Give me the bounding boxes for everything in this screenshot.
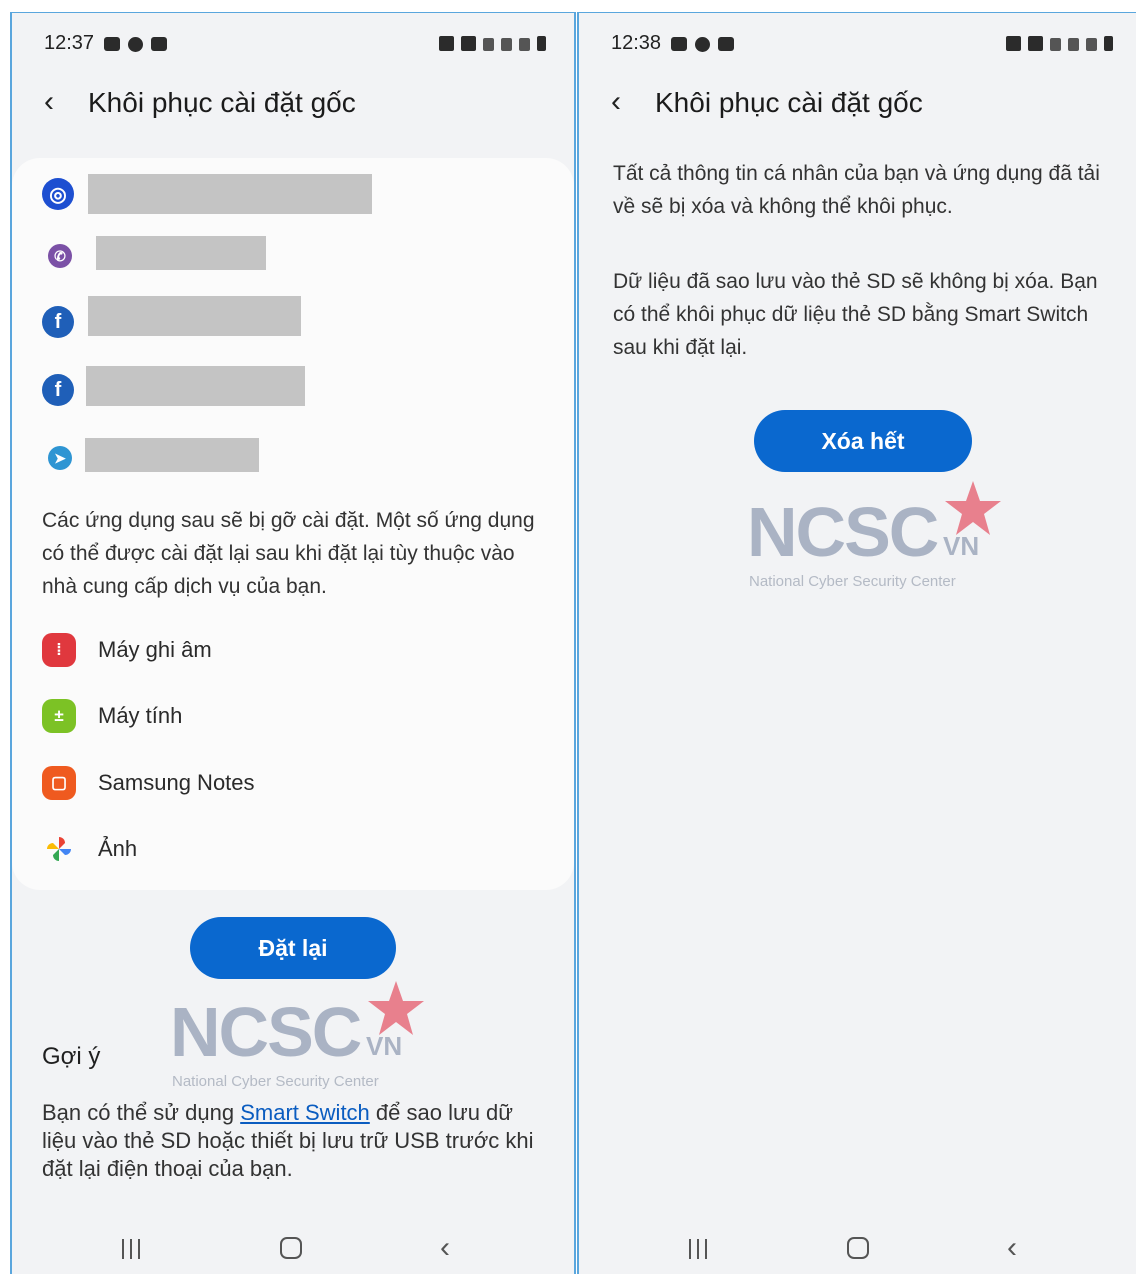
app-bar: ‹ Khôi phục cài đặt gốc — [579, 85, 1136, 125]
samsung-notes-icon: ▢ — [42, 766, 76, 800]
status-bar: 12:38 — [579, 31, 1136, 61]
app-item-photos: Ảnh — [42, 829, 137, 869]
account-row: ➤ — [12, 436, 574, 480]
sd-card-note-text: Dữ liệu đã sao lưu vào thẻ SD sẽ không b… — [613, 270, 1098, 359]
wifi-icon — [483, 38, 494, 51]
watermark-subtitle: National Cyber Security Center — [749, 573, 956, 590]
app-label: Ảnh — [98, 836, 138, 861]
gallery-notification-icon — [718, 37, 734, 51]
star-icon — [368, 981, 424, 1035]
navigation-bar: ‹ — [12, 1231, 574, 1273]
system-status-icons — [439, 36, 546, 51]
alarm-icon — [1006, 36, 1021, 51]
watermark-logo: NCSC — [747, 493, 939, 571]
smart-switch-link[interactable]: Smart Switch — [240, 1100, 370, 1125]
uninstall-note: Các ứng dụng sau sẽ bị gỡ cài đặt. Một s… — [42, 509, 535, 598]
watermark-suffix: VN — [366, 1031, 403, 1061]
status-time: 12:38 — [611, 32, 662, 54]
status-time: 12:37 — [44, 32, 95, 54]
watermark-logo: NCSC — [170, 993, 362, 1071]
message-icon — [671, 37, 687, 51]
message-icon — [104, 37, 120, 51]
ncsc-watermark: NCSC VN National Cyber Security Center — [170, 981, 430, 1107]
star-icon — [945, 481, 1001, 535]
account-row: ◎ — [12, 172, 574, 216]
redacted-account-name — [88, 174, 372, 214]
battery-icon — [537, 36, 546, 51]
watermark-subtitle: National Cyber Security Center — [172, 1073, 379, 1090]
photos-icon — [42, 832, 76, 866]
calculator-icon: ± — [42, 699, 76, 733]
account-row: f — [12, 364, 574, 408]
notification-icons — [671, 37, 734, 52]
back-nav-icon[interactable]: ‹ — [1007, 1231, 1017, 1265]
recent-apps-icon[interactable] — [689, 1239, 707, 1259]
app-item-calculator: ± Máy tính — [42, 696, 182, 736]
home-icon[interactable] — [280, 1237, 302, 1259]
signal-icon — [1086, 38, 1097, 51]
viber-icon: ✆ — [48, 244, 72, 268]
watermark-suffix: VN — [943, 531, 980, 561]
gallery-notification-icon — [151, 37, 167, 51]
erase-warning-text: Tất cả thông tin cá nhân của bạn và ứng … — [613, 162, 1100, 218]
page-title: Khôi phục cài đặt gốc — [88, 87, 356, 118]
back-nav-icon[interactable]: ‹ — [440, 1231, 450, 1265]
facebook-icon: f — [42, 306, 74, 338]
notification-circle-icon — [128, 37, 143, 52]
mute-icon — [1028, 36, 1043, 51]
phone-screen-reset-confirm: 12:37 ‹ Khôi phục cài đặt gốc ◎ ✆ f f ➤ … — [10, 12, 576, 1274]
tip-text: Bạn có thể sử dụng Smart Switch để sao l… — [42, 1099, 542, 1183]
account-row: f — [12, 294, 574, 338]
back-arrow-icon[interactable]: ‹ — [44, 87, 54, 117]
home-icon[interactable] — [847, 1237, 869, 1259]
app-item-samsung-notes: ▢ Samsung Notes — [42, 763, 255, 803]
redacted-account-name — [86, 366, 305, 406]
voice-recorder-icon: ⁞ — [42, 633, 76, 667]
signal-icon — [1068, 38, 1079, 51]
signal-icon — [519, 38, 530, 51]
notification-icons — [104, 37, 167, 52]
status-bar: 12:37 — [12, 31, 574, 61]
system-status-icons — [1006, 36, 1113, 51]
app-label: Máy ghi âm — [98, 637, 212, 662]
facebook-icon: f — [42, 374, 74, 406]
page-title: Khôi phục cài đặt gốc — [655, 87, 923, 118]
redacted-account-name — [96, 236, 266, 270]
alarm-icon — [439, 36, 454, 51]
ncsc-watermark: NCSC VN National Cyber Security Center — [747, 481, 1007, 607]
app-label: Samsung Notes — [98, 770, 255, 795]
signal-icon — [501, 38, 512, 51]
samsung-account-icon: ◎ — [42, 178, 74, 210]
app-label: Máy tính — [98, 703, 183, 728]
telegram-icon: ➤ — [48, 446, 72, 470]
back-arrow-icon[interactable]: ‹ — [611, 87, 621, 117]
navigation-bar: ‹ — [579, 1231, 1136, 1273]
app-item-voice-recorder: ⁞ Máy ghi âm — [42, 630, 212, 670]
erase-all-button[interactable]: Xóa hết — [754, 410, 972, 472]
account-row: ✆ — [12, 234, 574, 278]
reset-details-card: ◎ ✆ f f ➤ Các ứng dụng sau sẽ bị gỡ cài … — [12, 158, 574, 890]
recent-apps-icon[interactable] — [122, 1239, 140, 1259]
battery-icon — [1104, 36, 1113, 51]
redacted-account-name — [88, 296, 301, 336]
wifi-icon — [1050, 38, 1061, 51]
tip-title: Gợi ý — [42, 1043, 101, 1070]
notification-circle-icon — [695, 37, 710, 52]
tip-text-start: Bạn có thể sử dụng — [42, 1100, 241, 1125]
redacted-account-name — [85, 438, 259, 472]
phone-screen-erase-all: 12:38 ‹ Khôi phục cài đặt gốc Tất cả thô… — [577, 12, 1136, 1274]
mute-icon — [461, 36, 476, 51]
reset-button[interactable]: Đặt lại — [190, 917, 396, 979]
app-bar: ‹ Khôi phục cài đặt gốc — [12, 85, 574, 125]
